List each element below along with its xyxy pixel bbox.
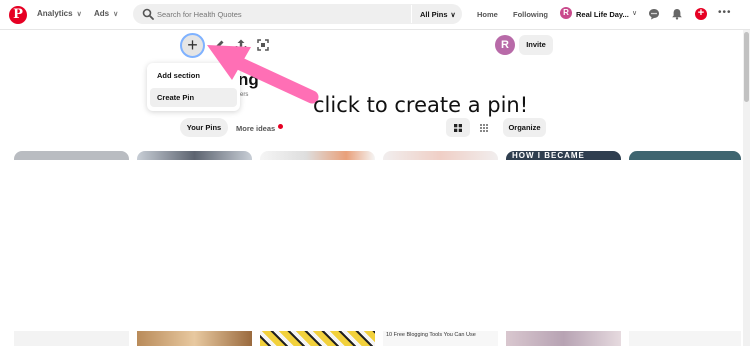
- organize-icon[interactable]: [256, 38, 270, 52]
- pin-card[interactable]: [137, 151, 252, 160]
- compact-view-button[interactable]: [472, 118, 496, 137]
- search-scope-select[interactable]: All Pins ∨: [420, 10, 456, 19]
- chat-icon[interactable]: [648, 8, 660, 20]
- pin-card[interactable]: [383, 151, 498, 160]
- vertical-scrollbar[interactable]: [743, 30, 750, 346]
- search-icon: [142, 8, 154, 20]
- top-navigation-bar: P Analytics ∨ Ads ∨ Search for Health Quot…: [0, 0, 750, 30]
- grid-view-button[interactable]: [446, 118, 470, 137]
- pin-card[interactable]: [14, 151, 129, 160]
- pin-card[interactable]: [260, 151, 375, 160]
- following-link[interactable]: Following: [513, 10, 548, 19]
- analytics-menu[interactable]: Analytics ∨: [37, 9, 82, 18]
- pin-card[interactable]: [260, 331, 375, 346]
- menu-item-create-pin[interactable]: Create Pin: [150, 88, 237, 107]
- invite-button[interactable]: Invite: [519, 35, 553, 55]
- avatar: R: [560, 7, 572, 19]
- profile-menu[interactable]: R Real Life Day... ∨: [560, 7, 642, 23]
- chevron-down-icon: ∨: [113, 11, 119, 18]
- tab-your-pins[interactable]: Your Pins: [180, 118, 228, 137]
- pin-title: 10 Free Blogging Tools You Can Use: [386, 332, 476, 338]
- share-icon[interactable]: [234, 38, 248, 52]
- search-scope-label: All Pins: [420, 10, 448, 19]
- pin-card[interactable]: [506, 331, 621, 346]
- add-button[interactable]: +: [180, 33, 205, 58]
- bell-icon[interactable]: [671, 8, 683, 20]
- pin-card[interactable]: [137, 331, 252, 346]
- chevron-down-icon: ∨: [632, 10, 638, 17]
- pin-card[interactable]: [629, 331, 741, 346]
- search-divider: [411, 5, 412, 23]
- board-title: ng: [238, 70, 259, 89]
- organize-button[interactable]: Organize: [503, 118, 546, 137]
- search-bar[interactable]: Search for Health Quotes All Pins ∨: [133, 4, 462, 24]
- chevron-down-icon: ∨: [76, 11, 82, 18]
- ads-label: Ads: [94, 9, 110, 18]
- collaborator-avatar[interactable]: R: [495, 35, 515, 55]
- menu-item-add-section[interactable]: Add section: [150, 66, 237, 85]
- more-icon[interactable]: •••: [718, 7, 732, 18]
- pencil-icon[interactable]: [212, 38, 226, 52]
- home-link[interactable]: Home: [477, 10, 498, 19]
- ads-menu[interactable]: Ads ∨: [94, 9, 118, 18]
- pinterest-logo[interactable]: P: [9, 6, 27, 24]
- pin-card[interactable]: HOW I BECAME: [506, 151, 621, 160]
- analytics-label: Analytics: [37, 9, 73, 18]
- grid-small-icon: [480, 124, 488, 132]
- board-followers: ers: [240, 92, 249, 98]
- grid-large-icon: [454, 124, 462, 132]
- search-input[interactable]: Search for Health Quotes: [157, 10, 242, 19]
- pin-card[interactable]: [629, 151, 741, 160]
- annotation-arrow: [207, 45, 319, 104]
- tab-more-ideas[interactable]: More ideas: [236, 124, 275, 133]
- pinterest-board-page: P Analytics ∨ Ads ∨ Search for Health Quot…: [0, 0, 750, 346]
- profile-name: Real Life Day...: [576, 10, 629, 19]
- pin-title: HOW I BECAME: [512, 151, 585, 160]
- annotation-text: click to create a pin!: [313, 93, 529, 117]
- notification-dot: [278, 124, 283, 129]
- pin-card[interactable]: [14, 331, 129, 346]
- chevron-down-icon: ∨: [450, 12, 456, 19]
- plus-icon[interactable]: +: [695, 8, 707, 20]
- add-dropdown-menu: Add section Create Pin: [147, 63, 240, 111]
- scrollbar-thumb[interactable]: [744, 32, 749, 102]
